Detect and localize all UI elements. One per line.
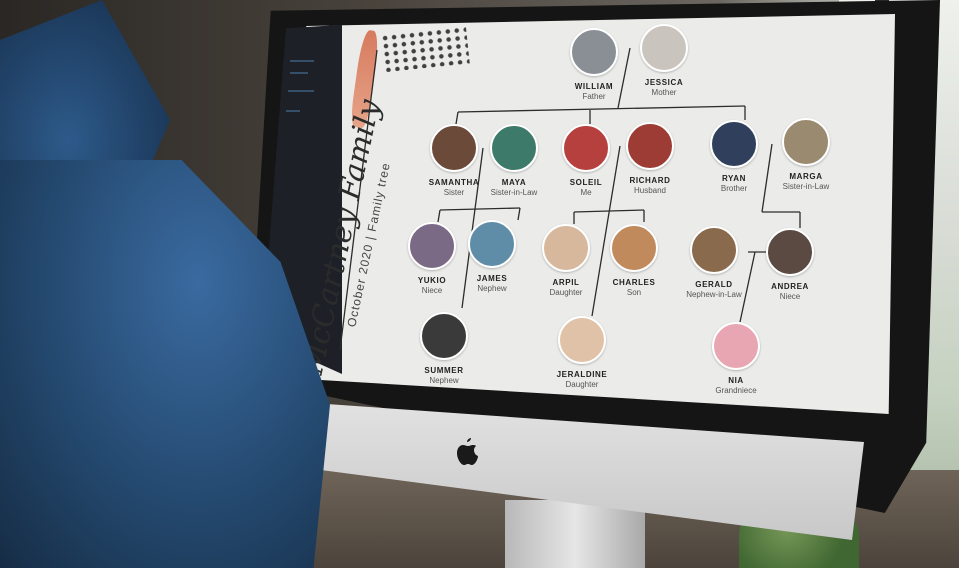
editor-line <box>290 60 314 62</box>
imac-stand <box>505 500 645 568</box>
avatar <box>782 118 830 166</box>
editor-line <box>286 110 300 112</box>
person-card: RICHARD Husband <box>605 122 695 196</box>
avatar <box>766 228 814 276</box>
person-card: SUMMER Nephew <box>399 312 489 386</box>
person-role: Grandniece <box>715 386 757 395</box>
avatar <box>542 224 590 272</box>
person-name: JESSICA <box>644 78 684 87</box>
person-card: MARGA Sister-in-Law <box>761 118 851 192</box>
person-card: ANDREA Niece <box>745 228 835 302</box>
person-name: JERALDINE <box>556 370 608 379</box>
person-role: Mother <box>651 88 677 97</box>
avatar <box>640 24 688 72</box>
person-role: Niece <box>779 292 801 301</box>
avatar <box>490 124 538 172</box>
person-name: ANDREA <box>771 282 809 291</box>
person-role: Daughter <box>565 380 599 389</box>
person-name: RICHARD <box>629 176 671 185</box>
avatar <box>420 312 468 360</box>
person-card: JERALDINE Daughter <box>537 316 627 390</box>
person-role: Son <box>626 288 642 297</box>
person-name: SUMMER <box>424 366 464 375</box>
person-card: JESSICA Mother <box>619 24 709 98</box>
editor-line <box>290 72 308 74</box>
avatar <box>468 220 516 268</box>
person-role: Sister-in-Law <box>782 182 830 191</box>
person-card: NIA Grandniece <box>691 322 781 396</box>
avatar <box>562 124 610 172</box>
avatar <box>558 316 606 364</box>
avatar <box>712 322 760 370</box>
avatar <box>570 28 618 76</box>
apple-logo-icon <box>457 438 478 465</box>
person-card: CHARLES Son <box>589 224 679 298</box>
avatar <box>610 224 658 272</box>
avatar <box>710 120 758 168</box>
person-role: Nephew <box>429 376 459 385</box>
editor-line <box>288 90 314 92</box>
person-name: MARGA <box>789 172 823 181</box>
photo-scene: McCartney Family October 2020 | Family t… <box>0 0 959 568</box>
person-role: Husband <box>633 186 667 195</box>
avatar <box>690 226 738 274</box>
person-name: CHARLES <box>612 278 656 287</box>
avatar <box>626 122 674 170</box>
person-name: NIA <box>728 376 744 385</box>
